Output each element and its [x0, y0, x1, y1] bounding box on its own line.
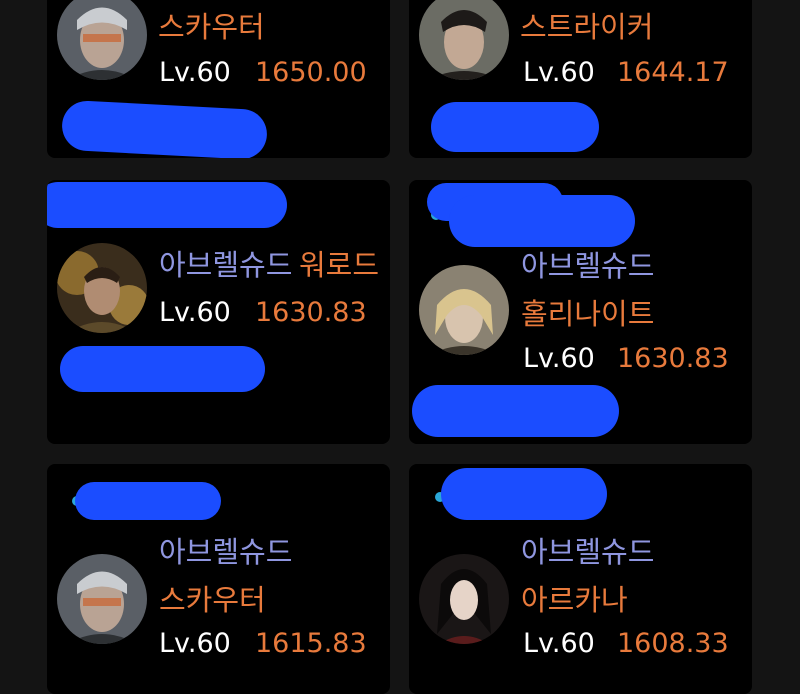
class-name: 스트라이커: [520, 10, 654, 44]
server-name: 아브렐슈드: [159, 535, 293, 569]
item-level: 1608.33: [617, 628, 729, 659]
class-name: 아르카나: [521, 583, 628, 617]
striker-portrait-icon: [419, 0, 509, 80]
class-name: 스카우터: [158, 10, 265, 44]
item-level: 1615.83: [255, 628, 367, 659]
character-level: Lv.60: [523, 343, 595, 374]
redacted-guild-name: [412, 385, 619, 437]
scouter-portrait-icon: [57, 0, 147, 80]
character-level: Lv.60: [159, 57, 231, 88]
class-name: 홀리나이트: [521, 297, 655, 331]
character-card-striker[interactable]: 스트라이커 Lv.60 1644.17: [409, 0, 752, 158]
redacted-character-name: [47, 182, 287, 228]
class-name: 워로드: [299, 248, 380, 282]
character-level: Lv.60: [159, 628, 231, 659]
server-name: 아브렐슈드: [521, 535, 655, 569]
item-level: 1630.83: [617, 343, 729, 374]
character-card-warlord[interactable]: 아브렐슈드 워로드 Lv.60 1630.83: [47, 180, 390, 444]
character-level: Lv.60: [523, 57, 595, 88]
item-level: 1650.00: [255, 57, 367, 88]
redacted-character-name: [60, 99, 269, 158]
redacted-character-name: [75, 482, 221, 520]
character-card-arcana[interactable]: 아브렐슈드 아르카나 Lv.60 1608.33: [409, 464, 752, 694]
scouter-portrait-icon: [57, 554, 147, 644]
arcana-portrait-icon: [419, 554, 509, 644]
redacted-guild-name: [60, 346, 265, 392]
item-level: 1630.83: [255, 297, 367, 328]
redacted-character-name: [441, 468, 607, 520]
redacted-character-name: [431, 102, 599, 152]
server-name: 아브렐슈드: [159, 248, 293, 282]
server-name: 아브렐슈드: [521, 249, 655, 283]
character-card-scouter-1[interactable]: 스카우터 Lv.60 1650.00: [47, 0, 390, 158]
character-level: Lv.60: [523, 628, 595, 659]
redacted-character-name-2: [449, 195, 635, 247]
character-card-scouter-2[interactable]: 아브렐슈드 스카우터 Lv.60 1615.83: [47, 464, 390, 694]
holyknight-portrait-icon: [419, 265, 509, 355]
item-level: 1644.17: [617, 57, 729, 88]
character-card-holyknight[interactable]: 아브렐슈드 홀리나이트 Lv.60 1630.83: [409, 180, 752, 444]
warlord-portrait-icon: [57, 243, 147, 333]
character-level: Lv.60: [159, 297, 231, 328]
class-name: 스카우터: [159, 583, 266, 617]
